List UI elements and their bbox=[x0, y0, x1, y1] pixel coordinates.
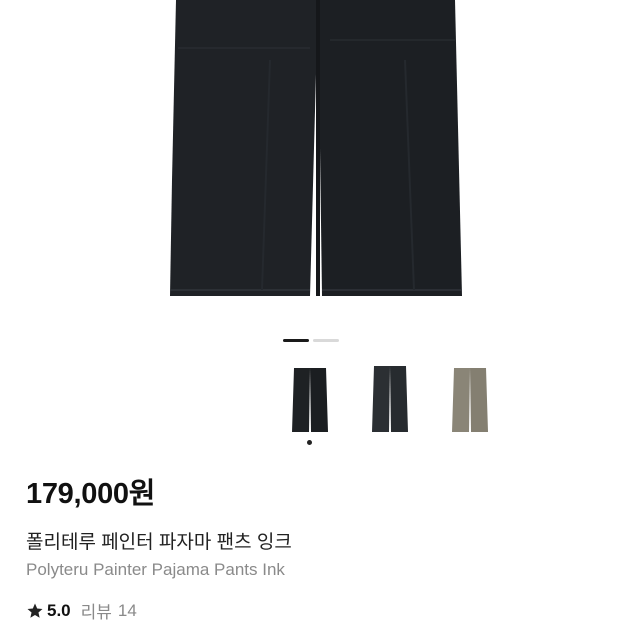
product-price: 179,000원 bbox=[26, 478, 156, 510]
product-name-english: Polyteru Painter Pajama Pants Ink bbox=[26, 560, 285, 579]
pants-illustration bbox=[170, 0, 462, 296]
thumbnail-color-1[interactable] bbox=[280, 362, 340, 436]
thumbnail-color-3[interactable] bbox=[440, 362, 500, 436]
review-label: 리뷰 bbox=[80, 603, 112, 622]
rating-row[interactable]: 5.0 리뷰 14 bbox=[26, 598, 137, 623]
rating-score: 5.0 bbox=[47, 600, 71, 620]
review-count: 14 bbox=[117, 600, 137, 620]
pager-indicator-inactive bbox=[313, 339, 339, 342]
image-pager bbox=[283, 339, 339, 342]
thumbnail-color-2[interactable] bbox=[360, 362, 420, 436]
star-icon bbox=[27, 603, 43, 618]
product-main-image[interactable] bbox=[0, 0, 620, 320]
selected-thumbnail-indicator bbox=[307, 440, 312, 445]
pager-indicator-active bbox=[283, 339, 309, 342]
product-name-korean: 폴리테루 페인터 파자마 팬츠 잉크 bbox=[26, 532, 292, 553]
